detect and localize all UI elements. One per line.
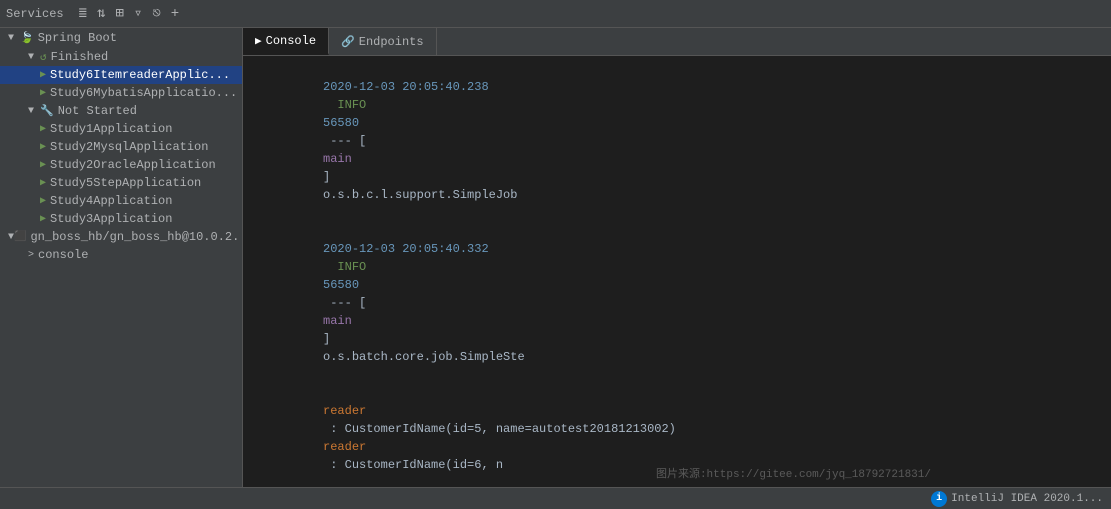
not-started-label: Not Started (58, 104, 137, 118)
not-started-arrow (28, 106, 40, 117)
intellij-label: IntelliJ IDEA 2020.1... (951, 493, 1103, 505)
sidebar-item-study3[interactable]: ▶ Study3Application (0, 210, 242, 228)
endpoints-tab-icon: 🔗 (341, 35, 355, 49)
gn-boss-label: gn_boss_hb/gn_boss_hb@10.0.2... (30, 230, 242, 244)
sidebar-item-study5step[interactable]: ▶ Study5StepApplication (0, 174, 242, 192)
toolbar-icon-list[interactable]: ≣ (76, 3, 90, 24)
study2mysql-label: Study2MysqlApplication (50, 140, 208, 154)
finished-icon: ↺ (40, 50, 47, 64)
console-line-2: reader : CustomerIdName(id=5, name=autot… (251, 384, 1103, 487)
study2oracle-label: Study2OracleApplication (50, 158, 216, 172)
sidebar-item-study2oracle[interactable]: ▶ Study2OracleApplication (0, 156, 242, 174)
console-line-0: 2020-12-03 20:05:40.238 INFO 56580 --- [… (251, 60, 1103, 222)
finished-label: Finished (51, 50, 109, 64)
study2oracle-icon: ▶ (40, 159, 46, 171)
study2mysql-icon: ▶ (40, 141, 46, 153)
console-label: console (38, 248, 88, 262)
console-tab-icon: ▶ (255, 34, 262, 48)
services-label: Services (6, 7, 64, 21)
study5step-icon: ▶ (40, 177, 46, 189)
spring-boot-label: Spring Boot (38, 31, 117, 45)
finished-arrow (28, 52, 40, 63)
sidebar-item-study6mybatis[interactable]: ▶ Study6MybatisApplicatio... (0, 84, 242, 102)
console-line-1: 2020-12-03 20:05:40.332 INFO 56580 --- [… (251, 222, 1103, 384)
toolbar-icon-group[interactable]: ⊞ (112, 3, 126, 24)
study3-label: Study3Application (50, 212, 172, 226)
not-started-icon: 🔧 (40, 104, 54, 118)
study6mybatis-icon: ▶ (40, 87, 46, 99)
toolbar-icon-sort[interactable]: ⇅ (94, 3, 108, 24)
sidebar-item-console[interactable]: > console (0, 246, 242, 264)
toolbar-icon-run[interactable]: ⎋ (149, 3, 163, 24)
sidebar-item-spring-boot[interactable]: 🍃 Spring Boot (0, 28, 242, 48)
study6itemreader-label: Study6ItemreaderApplic... (50, 68, 230, 82)
study3-icon: ▶ (40, 213, 46, 225)
endpoints-tab-label: Endpoints (359, 35, 424, 49)
sidebar: 🍃 Spring Boot ↺ Finished ▶ Study6Itemrea… (0, 28, 243, 487)
study1-icon: ▶ (40, 123, 46, 135)
study4-label: Study4Application (50, 194, 172, 208)
sidebar-item-not-started[interactable]: 🔧 Not Started (0, 102, 242, 120)
study6mybatis-label: Study6MybatisApplicatio... (50, 86, 237, 100)
sidebar-item-study6itemreader[interactable]: ▶ Study6ItemreaderApplic... (0, 66, 242, 84)
tab-console[interactable]: ▶ Console (243, 28, 329, 55)
tab-endpoints[interactable]: 🔗 Endpoints (329, 28, 437, 55)
study5step-label: Study5StepApplication (50, 176, 201, 190)
right-panel: ▶ Console 🔗 Endpoints 2020-12-03 20:05:4… (243, 28, 1111, 487)
study4-icon: ▶ (40, 195, 46, 207)
toolbar-icon-filter[interactable]: ▿ (131, 3, 145, 24)
services-toolbar: Services ≣ ⇅ ⊞ ▿ ⎋ + (0, 0, 1111, 28)
console-icon: > (28, 250, 34, 261)
sidebar-item-study4[interactable]: ▶ Study4Application (0, 192, 242, 210)
spring-boot-arrow (8, 33, 20, 44)
status-bar: i IntelliJ IDEA 2020.1... (0, 487, 1111, 509)
console-tab-label: Console (266, 34, 316, 48)
sidebar-item-study1[interactable]: ▶ Study1Application (0, 120, 242, 138)
sidebar-item-finished[interactable]: ↺ Finished (0, 48, 242, 66)
spring-boot-icon: 🍃 (20, 31, 34, 45)
gn-boss-icon: ⬛ (14, 231, 26, 243)
intellij-icon: i (931, 491, 947, 507)
tabs-bar: ▶ Console 🔗 Endpoints (243, 28, 1111, 56)
intellij-status: i IntelliJ IDEA 2020.1... (931, 491, 1103, 507)
console-output[interactable]: 2020-12-03 20:05:40.238 INFO 56580 --- [… (243, 56, 1111, 487)
toolbar-icon-add[interactable]: + (168, 4, 182, 24)
sidebar-item-study2mysql[interactable]: ▶ Study2MysqlApplication (0, 138, 242, 156)
study1-label: Study1Application (50, 122, 172, 136)
study6itemreader-icon: ▶ (40, 69, 46, 81)
main-area: 🍃 Spring Boot ↺ Finished ▶ Study6Itemrea… (0, 28, 1111, 487)
sidebar-item-gn-boss[interactable]: ⬛ gn_boss_hb/gn_boss_hb@10.0.2... (0, 228, 242, 246)
